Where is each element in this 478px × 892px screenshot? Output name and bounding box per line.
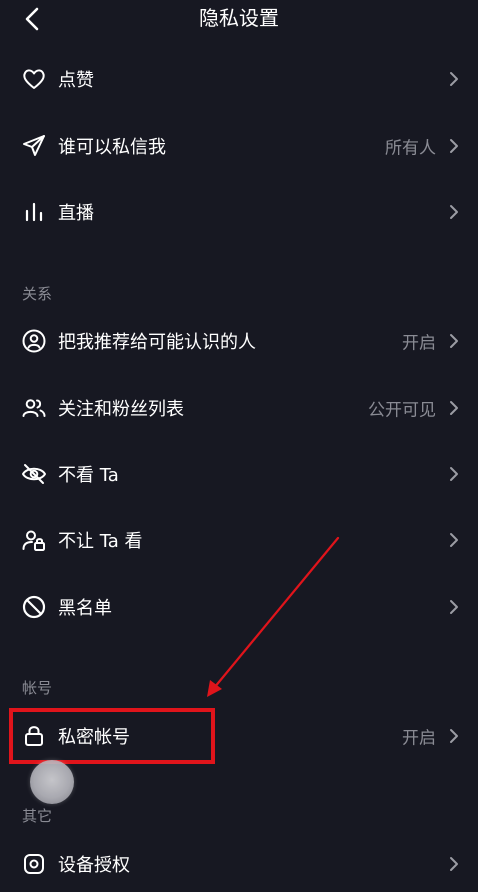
- row-value: 开启: [402, 333, 436, 354]
- bars-icon: [20, 198, 48, 226]
- section-header-relations: 关系: [22, 285, 53, 303]
- chevron-right-icon: [446, 331, 462, 351]
- row-label: 不让 Ta 看: [58, 531, 143, 552]
- setting-row-hide-my-content[interactable]: 不让 Ta 看: [0, 512, 478, 568]
- row-value: 开启: [402, 728, 436, 749]
- chevron-right-icon: [446, 597, 462, 617]
- setting-row-follow-list[interactable]: 关注和粉丝列表 公开可见: [0, 380, 478, 436]
- row-label: 关注和粉丝列表: [58, 399, 184, 420]
- setting-row-hide-their-content[interactable]: 不看 Ta: [0, 446, 478, 502]
- annotation-highlight-box: [9, 708, 215, 764]
- setting-row-device-auth[interactable]: 设备授权: [0, 836, 478, 892]
- row-label: 直播: [58, 203, 94, 224]
- row-label: 谁可以私信我: [58, 137, 166, 158]
- device-auth-icon: [20, 850, 48, 878]
- eye-off-icon: [20, 460, 48, 488]
- chevron-right-icon: [446, 854, 462, 874]
- page-title: 隐私设置: [199, 6, 279, 30]
- setting-row-recommend-me[interactable]: 把我推荐给可能认识的人 开启: [0, 313, 478, 369]
- user-circle-icon: [20, 327, 48, 355]
- setting-row-live[interactable]: 直播: [0, 184, 478, 240]
- row-label: 不看 Ta: [58, 465, 119, 486]
- setting-row-likes[interactable]: 点赞: [0, 51, 478, 107]
- chevron-right-icon: [446, 530, 462, 550]
- users-icon: [20, 394, 48, 422]
- row-value: 所有人: [385, 138, 436, 159]
- row-label: 黑名单: [58, 598, 112, 619]
- chevron-right-icon: [446, 398, 462, 418]
- row-value: 公开可见: [368, 400, 436, 421]
- chevron-right-icon: [446, 136, 462, 156]
- nav-bar: 隐私设置: [0, 0, 478, 40]
- block-icon: [20, 593, 48, 621]
- heart-icon: [20, 65, 48, 93]
- send-icon: [20, 132, 48, 160]
- chevron-right-icon: [446, 464, 462, 484]
- row-label: 设备授权: [58, 855, 130, 876]
- row-label: 点赞: [58, 70, 94, 91]
- setting-row-blacklist[interactable]: 黑名单: [0, 579, 478, 635]
- chevron-right-icon: [446, 202, 462, 222]
- row-label: 把我推荐给可能认识的人: [58, 332, 256, 353]
- touch-indicator: [30, 760, 74, 804]
- section-header-account: 帐号: [22, 679, 53, 697]
- section-header-other: 其它: [22, 807, 53, 825]
- chevron-right-icon: [446, 69, 462, 89]
- setting-row-who-can-message[interactable]: 谁可以私信我 所有人: [0, 118, 478, 174]
- user-lock-icon: [20, 526, 48, 554]
- chevron-right-icon: [446, 726, 462, 746]
